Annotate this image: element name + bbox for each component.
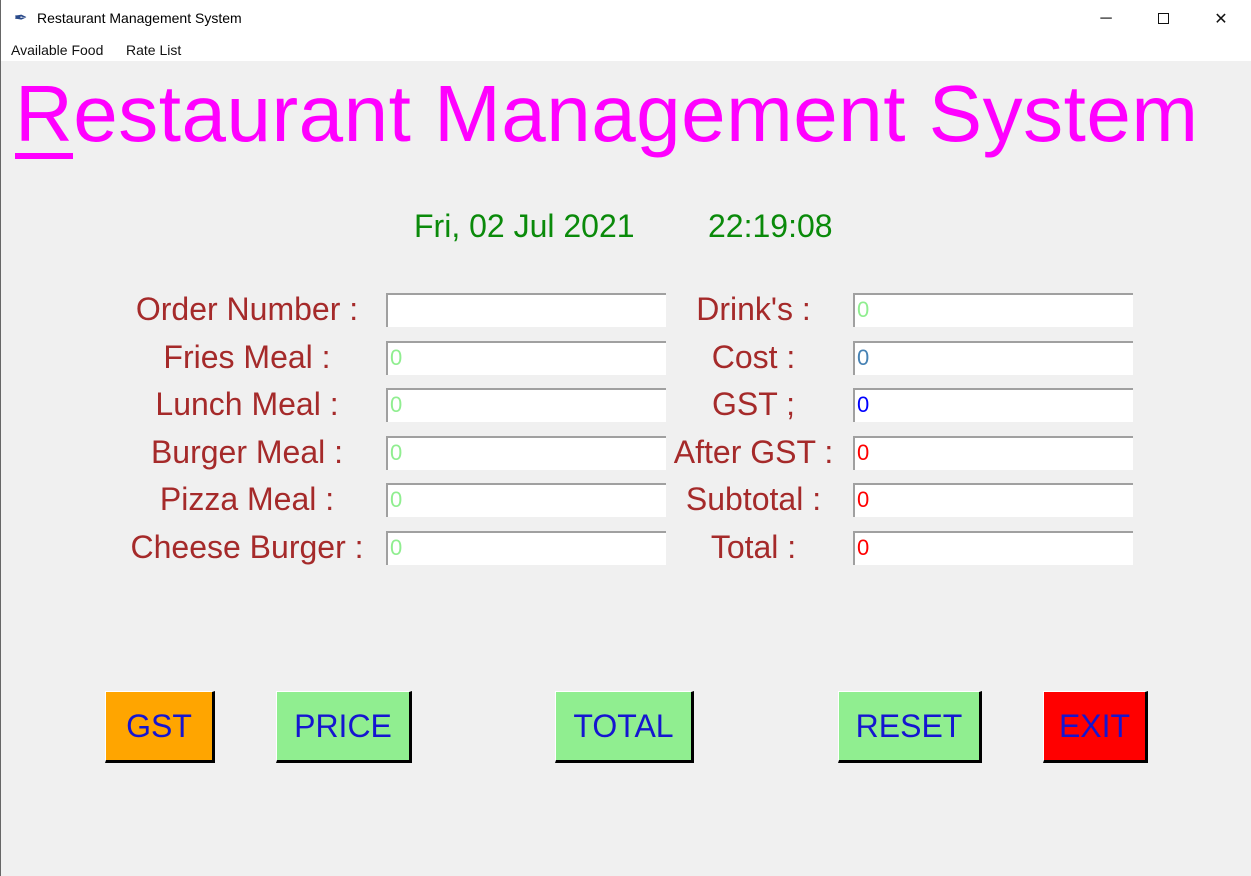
order-number-label: Order Number : [135, 291, 359, 327]
title-rest: estaurant Management System [73, 69, 1199, 158]
total-button[interactable]: TOTAL [555, 691, 694, 763]
order-number-input[interactable] [386, 293, 666, 327]
date-display: Fri, 02 Jul 2021 [414, 208, 635, 244]
reset-button[interactable]: RESET [838, 691, 982, 763]
exit-button[interactable]: EXIT [1043, 691, 1148, 763]
price-button[interactable]: PRICE [276, 691, 412, 763]
feather-icon: ✒ [14, 10, 28, 27]
gst-label: GST ; [712, 386, 795, 422]
fries-meal-input[interactable]: 0 [386, 341, 666, 375]
cheese-burger-label: Cheese Burger : [130, 529, 364, 565]
time-display: 22:19:08 [708, 208, 833, 244]
gst-button[interactable]: GST [105, 691, 215, 763]
burger-meal-input[interactable]: 0 [386, 436, 666, 470]
gst-input[interactable]: 0 [853, 388, 1133, 422]
total-input[interactable]: 0 [853, 531, 1133, 565]
cost-input[interactable]: 0 [853, 341, 1133, 375]
pizza-meal-label: Pizza Meal : [159, 481, 335, 517]
lunch-meal-input[interactable]: 0 [386, 388, 666, 422]
drink-s-input[interactable]: 0 [853, 293, 1133, 327]
menu-bar: Available Food Rate List [1, 37, 1251, 61]
window-title: Restaurant Management System [37, 10, 242, 26]
subtotal-input[interactable]: 0 [853, 483, 1133, 517]
pizza-meal-input[interactable]: 0 [386, 483, 666, 517]
after-gst-input[interactable]: 0 [853, 436, 1133, 470]
total-label: Total : [710, 529, 797, 565]
fries-meal-label: Fries Meal : [163, 339, 331, 375]
cost-label: Cost : [711, 339, 796, 375]
drink-s-label: Drink's : [696, 291, 811, 327]
menu-available-food[interactable]: Available Food [11, 42, 103, 58]
subtotal-label: Subtotal : [685, 481, 822, 517]
title-first-letter: R [15, 69, 74, 159]
lunch-meal-label: Lunch Meal : [155, 386, 339, 422]
page-title: Restaurant Management System [15, 68, 1198, 160]
minimize-button-dash[interactable]: ─ [1077, 0, 1135, 37]
cheese-burger-input[interactable]: 0 [386, 531, 666, 565]
burger-meal-label: Burger Meal : [150, 434, 344, 470]
maximize-button[interactable] [1134, 0, 1192, 37]
after-gst-label: After GST : [673, 434, 834, 470]
title-bar: ✒ Restaurant Management System – ─ ✕ [1, 0, 1251, 37]
menu-rate-list[interactable]: Rate List [126, 42, 181, 58]
close-button[interactable]: ✕ [1192, 0, 1250, 37]
